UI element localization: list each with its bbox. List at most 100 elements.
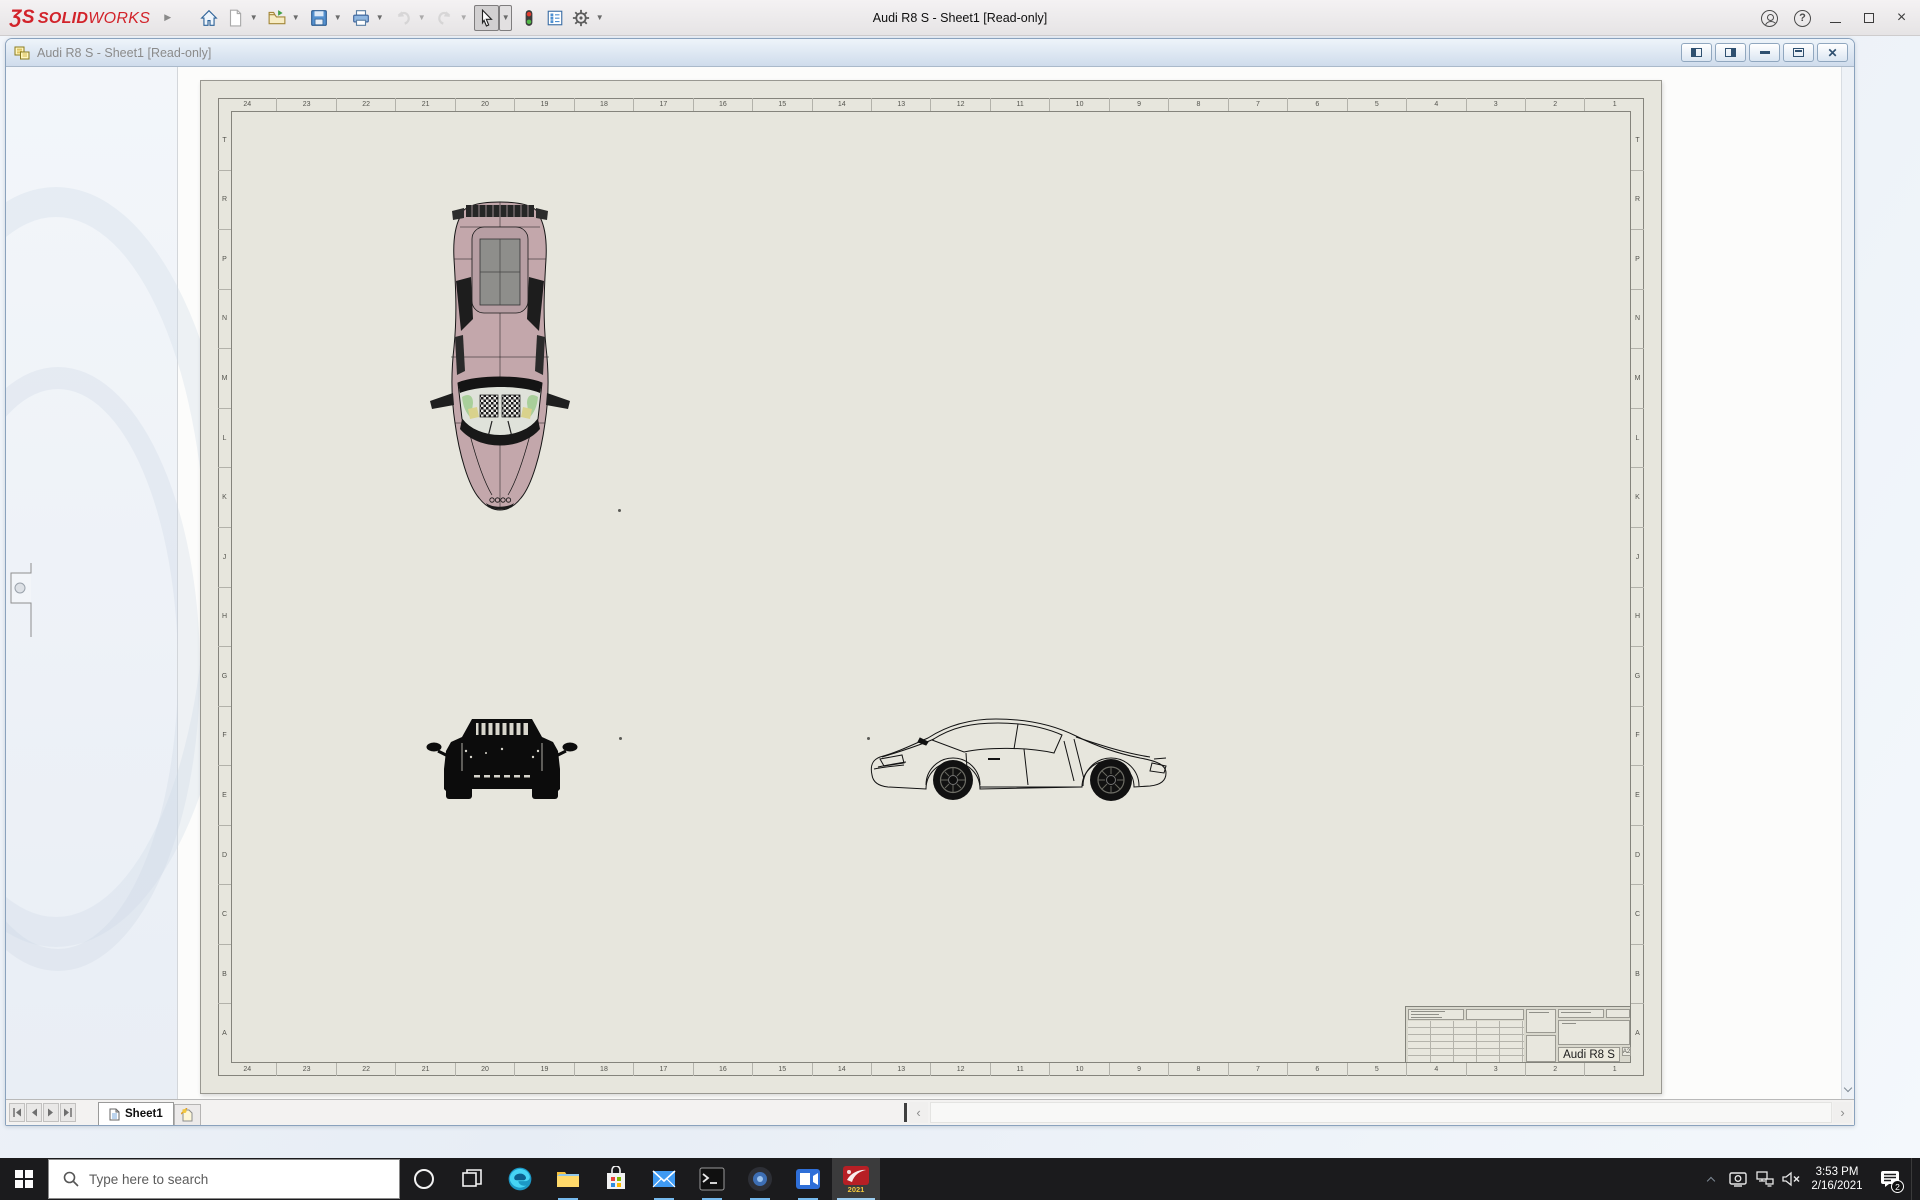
minimize-icon bbox=[1830, 21, 1841, 23]
video-app-taskbar-button[interactable] bbox=[784, 1158, 832, 1200]
show-desktop-button[interactable] bbox=[1911, 1158, 1916, 1200]
taskbar-search[interactable] bbox=[48, 1159, 400, 1199]
drawing-view-front[interactable] bbox=[426, 711, 578, 803]
select-button[interactable] bbox=[474, 4, 500, 31]
tab-scroll-splitter[interactable] bbox=[904, 1103, 907, 1122]
zone-label: 17 bbox=[634, 1063, 694, 1076]
solidworks-taskbar-button[interactable]: 2021 bbox=[832, 1158, 880, 1200]
vertical-scrollbar[interactable] bbox=[1841, 67, 1854, 1099]
options-button[interactable] bbox=[568, 5, 593, 31]
edge-taskbar-button[interactable] bbox=[496, 1158, 544, 1200]
mail-taskbar-button[interactable] bbox=[640, 1158, 688, 1200]
file-explorer-taskbar-button[interactable] bbox=[544, 1158, 592, 1200]
zone-label: 7 bbox=[1229, 98, 1289, 111]
action-center-button[interactable]: 2 bbox=[1869, 1158, 1911, 1200]
search-input[interactable] bbox=[89, 1171, 369, 1187]
title-block[interactable]: Audi R8 S A2 bbox=[1405, 1006, 1631, 1063]
add-sheet-tab[interactable] bbox=[174, 1104, 201, 1125]
zone-label: 19 bbox=[515, 1063, 575, 1076]
drawing-view-side[interactable] bbox=[868, 711, 1174, 801]
featuremanager-collapsed-tab[interactable] bbox=[6, 563, 36, 637]
restore-button[interactable] bbox=[1852, 0, 1885, 36]
zone-label: 11 bbox=[991, 1063, 1051, 1076]
open-button[interactable] bbox=[264, 5, 289, 31]
zone-label: 3 bbox=[1467, 98, 1526, 111]
zone-label: 12 bbox=[931, 98, 991, 111]
zone-label: H bbox=[1631, 588, 1644, 648]
screen-cast-button[interactable] bbox=[1724, 1158, 1751, 1200]
next-sheet-button[interactable] bbox=[43, 1103, 59, 1122]
account-button[interactable] bbox=[1753, 0, 1786, 36]
zone-label: T bbox=[218, 111, 231, 171]
app-title: Audi R8 S - Sheet1 [Read-only] bbox=[872, 11, 1048, 25]
select-dropdown[interactable]: ▼ bbox=[499, 4, 513, 31]
open-dropdown[interactable]: ▼ bbox=[289, 5, 302, 31]
hscroll-right-button[interactable]: › bbox=[1833, 1102, 1852, 1123]
show-right-pane-button[interactable] bbox=[1715, 43, 1746, 62]
zone-label: N bbox=[218, 290, 231, 350]
print-dropdown[interactable]: ▼ bbox=[373, 5, 386, 31]
document-window: Audi R8 S - Sheet1 [Read-only] ✕ 24 23 2… bbox=[5, 38, 1855, 1126]
zone-label: B bbox=[1631, 945, 1644, 1005]
zone-label: L bbox=[218, 409, 231, 469]
drawing-title: Audi R8 S bbox=[1558, 1047, 1620, 1062]
close-button[interactable]: × bbox=[1885, 0, 1918, 36]
graphics-area[interactable]: 24 23 22 21 20 19 18 17 16 15 14 13 12 11 10 9 8 7 6 5 4 3 2 1 … bbox=[6, 67, 1854, 1099]
previous-sheet-button[interactable] bbox=[26, 1103, 42, 1122]
undo-button[interactable] bbox=[390, 5, 415, 31]
clock-date: 2/16/2021 bbox=[1811, 1180, 1863, 1192]
network-icon bbox=[1755, 1171, 1774, 1187]
taskbar-apps: 2021 bbox=[400, 1158, 880, 1200]
volume-button[interactable] bbox=[1778, 1158, 1805, 1200]
photos-taskbar-button[interactable] bbox=[736, 1158, 784, 1200]
doc-minimize-button[interactable] bbox=[1749, 43, 1780, 62]
help-button[interactable]: ? bbox=[1786, 0, 1819, 36]
last-sheet-button[interactable] bbox=[60, 1103, 76, 1122]
cortana-taskbar-button[interactable] bbox=[400, 1158, 448, 1200]
store-taskbar-button[interactable] bbox=[592, 1158, 640, 1200]
zone-label: 10 bbox=[1050, 98, 1110, 111]
menu-expand-icon[interactable]: ▶ bbox=[164, 12, 171, 23]
scroll-down-button[interactable] bbox=[1842, 1080, 1854, 1098]
document-titlebar[interactable]: Audi R8 S - Sheet1 [Read-only] ✕ bbox=[6, 39, 1854, 67]
new-document-button[interactable] bbox=[222, 5, 247, 31]
zone-label: 13 bbox=[872, 1063, 932, 1076]
drawing-sheet[interactable]: 24 23 22 21 20 19 18 17 16 15 14 13 12 11 10 9 8 7 6 5 4 3 2 1 … bbox=[200, 80, 1662, 1094]
new-document-dropdown[interactable]: ▼ bbox=[247, 5, 260, 31]
hscroll-left-button[interactable]: ‹ bbox=[909, 1102, 928, 1123]
rebuild-button[interactable] bbox=[516, 5, 541, 31]
minimize-button[interactable] bbox=[1819, 0, 1852, 36]
redo-button[interactable] bbox=[432, 5, 457, 31]
zone-label: 6 bbox=[1288, 98, 1348, 111]
start-button[interactable] bbox=[0, 1158, 48, 1200]
file-properties-button[interactable] bbox=[542, 5, 567, 31]
redo-dropdown[interactable]: ▼ bbox=[457, 5, 470, 31]
zone-label: A bbox=[222, 1030, 227, 1038]
save-button[interactable] bbox=[306, 5, 331, 31]
drawing-view-top[interactable] bbox=[426, 197, 574, 515]
chevron-down-icon bbox=[1843, 1083, 1853, 1092]
zone-label: R bbox=[1631, 171, 1644, 231]
solidworks-logo: ƷS SOLID WORKS bbox=[10, 7, 150, 29]
zone-label: 4 bbox=[1407, 98, 1467, 111]
show-left-pane-button[interactable] bbox=[1681, 43, 1712, 62]
zone-label: G bbox=[218, 647, 231, 707]
print-button[interactable] bbox=[348, 5, 373, 31]
undo-dropdown[interactable]: ▼ bbox=[415, 5, 428, 31]
doc-close-button[interactable]: ✕ bbox=[1817, 43, 1848, 62]
taskbar-clock[interactable]: 3:53 PM 2/16/2021 bbox=[1805, 1165, 1869, 1193]
help-icon: ? bbox=[1794, 9, 1811, 27]
tab-sheet1[interactable]: Sheet1 bbox=[98, 1102, 174, 1125]
doc-restore-button[interactable] bbox=[1783, 43, 1814, 62]
horizontal-scrollbar[interactable] bbox=[930, 1102, 1832, 1123]
windows-logo-icon bbox=[15, 1170, 33, 1188]
tray-expand-button[interactable] bbox=[1697, 1158, 1724, 1200]
home-button[interactable] bbox=[196, 5, 221, 31]
save-dropdown[interactable]: ▼ bbox=[331, 5, 344, 31]
terminal-taskbar-button[interactable] bbox=[688, 1158, 736, 1200]
app-window-controls: ? × bbox=[1753, 0, 1918, 36]
task-view-taskbar-button[interactable] bbox=[448, 1158, 496, 1200]
options-dropdown[interactable]: ▼ bbox=[593, 5, 606, 31]
network-button[interactable] bbox=[1751, 1158, 1778, 1200]
first-sheet-button[interactable] bbox=[9, 1103, 25, 1122]
